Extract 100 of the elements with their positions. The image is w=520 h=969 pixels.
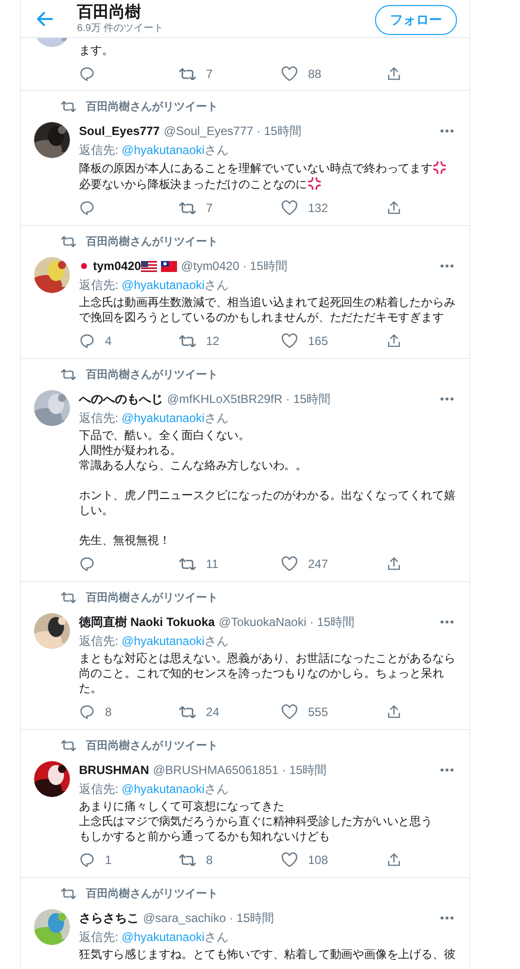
author-name[interactable]: 徳岡直樹 Naoki Tokuoka xyxy=(79,613,215,631)
tweet-text: 人間性が疑われる。 xyxy=(79,444,183,459)
reply-to-label: 返信先: xyxy=(79,277,120,294)
mention-link[interactable]: @hyakutanaoki xyxy=(122,928,205,946)
share-icon[interactable] xyxy=(386,200,402,216)
like-count: 165 xyxy=(308,333,328,350)
more-icon[interactable] xyxy=(440,620,454,624)
reply-icon[interactable] xyxy=(79,66,95,82)
retweet-label: 百田尚樹さんがリツイート xyxy=(86,590,218,606)
handle-and-time[interactable]: @Soul_Eyes777 · 15時間 xyxy=(164,122,302,140)
japan-flag-icon xyxy=(79,261,89,271)
more-icon[interactable] xyxy=(440,129,454,133)
like-count: 108 xyxy=(308,852,328,869)
back-arrow-icon[interactable] xyxy=(37,12,53,26)
mention-link[interactable]: @hyakutanaoki xyxy=(122,780,205,798)
retweet-icon xyxy=(61,369,76,381)
mention-link[interactable]: @hyakutanaoki xyxy=(122,141,205,159)
taiwan-flag-icon xyxy=(161,260,178,272)
reply-icon[interactable] xyxy=(79,704,95,720)
profile-title: 百田尚樹 xyxy=(77,2,142,22)
tweet-text: あまりに痛々しくて可哀想になってきた xyxy=(79,800,286,815)
handle-and-time[interactable]: @sara_sachiko · 15時間 xyxy=(143,909,274,927)
share-icon[interactable] xyxy=(386,704,402,720)
retweet-icon xyxy=(179,202,196,214)
reply-count: 8 xyxy=(105,704,112,721)
retweet-icon xyxy=(179,706,196,718)
retweet-icon xyxy=(61,888,76,900)
heart-icon[interactable] xyxy=(281,704,298,720)
author-name[interactable]: Soul_Eyes777 xyxy=(79,122,160,140)
retweet-count: 24 xyxy=(206,704,220,721)
like-count: 247 xyxy=(308,556,328,573)
us-flag-icon xyxy=(141,260,158,272)
reply-to-suffix: さん xyxy=(204,277,229,294)
more-icon[interactable] xyxy=(440,768,454,772)
follow-button[interactable]: フォロー xyxy=(375,4,457,34)
tweet-text: ます。 xyxy=(79,44,114,59)
reply-to-label: 返信先: xyxy=(79,633,120,650)
author-name[interactable]: tym0420 xyxy=(93,257,142,275)
retweet-label: 百田尚樹さんがリツイート xyxy=(86,100,218,115)
like-count: 88 xyxy=(308,66,322,83)
reply-icon[interactable] xyxy=(79,556,95,572)
retweet-count: 7 xyxy=(206,66,213,83)
tweet-count: 6.9万 件のツイート xyxy=(77,22,164,34)
tweet-text: もしかすると前から通ってるかも知れないけども xyxy=(79,830,331,845)
mention-link[interactable]: @hyakutanaoki xyxy=(122,632,205,650)
share-icon[interactable] xyxy=(386,333,402,349)
reply-count: 1 xyxy=(105,852,112,869)
like-count: 132 xyxy=(308,200,328,217)
more-icon[interactable] xyxy=(440,397,454,401)
tweet-text: 先生、無視無視！ xyxy=(79,534,172,549)
tweet-text: 上念氏は動画再生数激減で、相当追い込まれて起死回生の粘着したからみで挽回を図ろうとしているのかもしれませんが、ただただキモすぎます xyxy=(79,296,456,326)
mention-link[interactable]: @hyakutanaoki xyxy=(122,409,205,427)
reply-count: 4 xyxy=(105,333,112,350)
tweet-text: 狂気すら感じますね。とても怖いです、粘着して動画や画像を上げる、彼 xyxy=(79,948,456,963)
retweet-icon xyxy=(179,68,196,80)
retweet-label: 百田尚樹さんがリツイート xyxy=(86,738,218,754)
heart-icon[interactable] xyxy=(281,556,298,572)
share-icon[interactable] xyxy=(386,852,402,868)
author-name[interactable]: BRUSHMAN xyxy=(79,761,149,779)
reply-to-label: 返信先: xyxy=(79,410,120,427)
heart-icon[interactable] xyxy=(281,852,298,868)
retweet-count: 8 xyxy=(206,852,213,869)
author-name[interactable]: さらさちこ xyxy=(79,909,139,927)
more-icon[interactable] xyxy=(440,264,454,268)
reply-to-label: 返信先: xyxy=(79,781,120,798)
reply-to-suffix: さん xyxy=(204,633,229,650)
retweet-icon xyxy=(179,334,196,348)
reply-to-suffix: さん xyxy=(204,142,229,159)
reply-to-label: 返信先: xyxy=(79,142,120,159)
reply-to-suffix: さん xyxy=(204,781,229,798)
heart-icon[interactable] xyxy=(281,66,298,82)
more-icon[interactable] xyxy=(440,916,454,920)
reply-to-suffix: さん xyxy=(204,410,229,427)
retweet-icon xyxy=(61,592,76,604)
reply-icon[interactable] xyxy=(79,333,95,349)
reply-to-suffix: さん xyxy=(204,929,229,946)
tweet-text: まともな対応とは思えない。恩義があり、お世話になったことがあるなら尚のこと。これで知的センスを誇ったつもりなのかしら。ちょっと呆れた。 xyxy=(79,652,456,697)
share-icon[interactable] xyxy=(386,66,402,82)
handle-and-time[interactable]: @tym0420 · 15時間 xyxy=(181,257,288,275)
heart-icon[interactable] xyxy=(281,333,298,349)
tweet-text: 降板の原因が本人にあることを理解でいていない時点で終わってます 必要ないから降板決まっただけのことなのに xyxy=(79,161,456,193)
share-icon[interactable] xyxy=(386,556,402,572)
reply-icon[interactable] xyxy=(79,200,95,216)
heart-icon[interactable] xyxy=(281,200,298,216)
retweet-label: 百田尚樹さんがリツイート xyxy=(86,368,218,383)
handle-and-time[interactable]: @TokuokaNaoki · 15時間 xyxy=(218,613,354,631)
handle-and-time[interactable]: @mfKHLoX5tBR29fR · 15時間 xyxy=(167,390,331,408)
retweet-label: 百田尚樹さんがリツイート xyxy=(86,886,218,902)
tweet-text: 上念氏はマジで病気だろうから直ぐに精神科受診した方がいいと思う xyxy=(79,815,434,830)
retweet-icon xyxy=(179,558,196,570)
reply-icon[interactable] xyxy=(79,852,95,868)
retweet-count: 12 xyxy=(206,333,220,350)
like-count: 555 xyxy=(308,704,328,721)
handle-and-time[interactable]: @BRUSHMA65061851 · 15時間 xyxy=(153,761,327,779)
tweet-text: 常識ある人なら、こんな絡み方しないわ。。 xyxy=(79,459,308,474)
anger-symbol-icon xyxy=(308,177,322,190)
mention-link[interactable]: @hyakutanaoki xyxy=(122,276,205,294)
retweet-icon xyxy=(61,101,76,113)
retweet-count: 11 xyxy=(206,556,218,573)
author-name[interactable]: へのへのもへじ xyxy=(79,390,163,408)
